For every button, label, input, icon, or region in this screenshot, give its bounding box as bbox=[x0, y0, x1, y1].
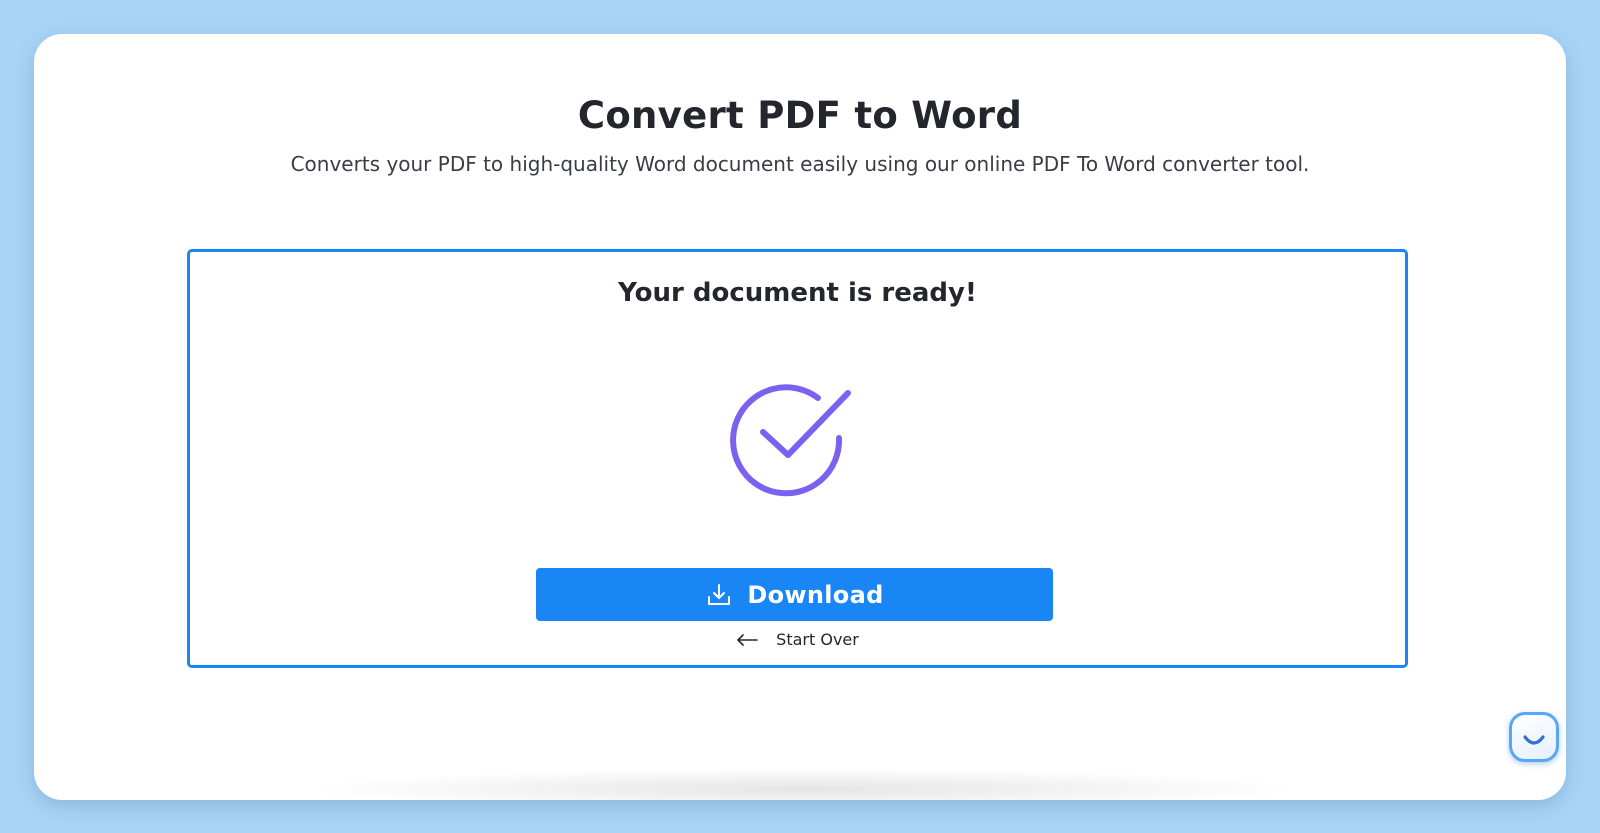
start-over-label: Start Over bbox=[776, 630, 859, 649]
decorative-shadow bbox=[304, 769, 1304, 800]
ready-heading: Your document is ready! bbox=[618, 278, 977, 308]
check-circle-icon bbox=[730, 384, 851, 497]
start-over-link[interactable]: Start Over bbox=[190, 630, 1405, 649]
page-title: Convert PDF to Word bbox=[577, 94, 1023, 137]
chat-smile-icon bbox=[1523, 735, 1545, 745]
result-panel: Your document is ready! Download Start O… bbox=[187, 249, 1408, 668]
page-subtitle: Converts your PDF to high-quality Word d… bbox=[290, 152, 1310, 176]
app-window: Convert PDF to Word Converts your PDF to… bbox=[34, 34, 1566, 800]
chat-widget-button[interactable] bbox=[1509, 712, 1559, 762]
arrow-left-icon bbox=[737, 633, 758, 646]
download-label: Download bbox=[747, 580, 884, 609]
download-icon bbox=[708, 583, 731, 605]
download-button[interactable]: Download bbox=[536, 568, 1053, 621]
